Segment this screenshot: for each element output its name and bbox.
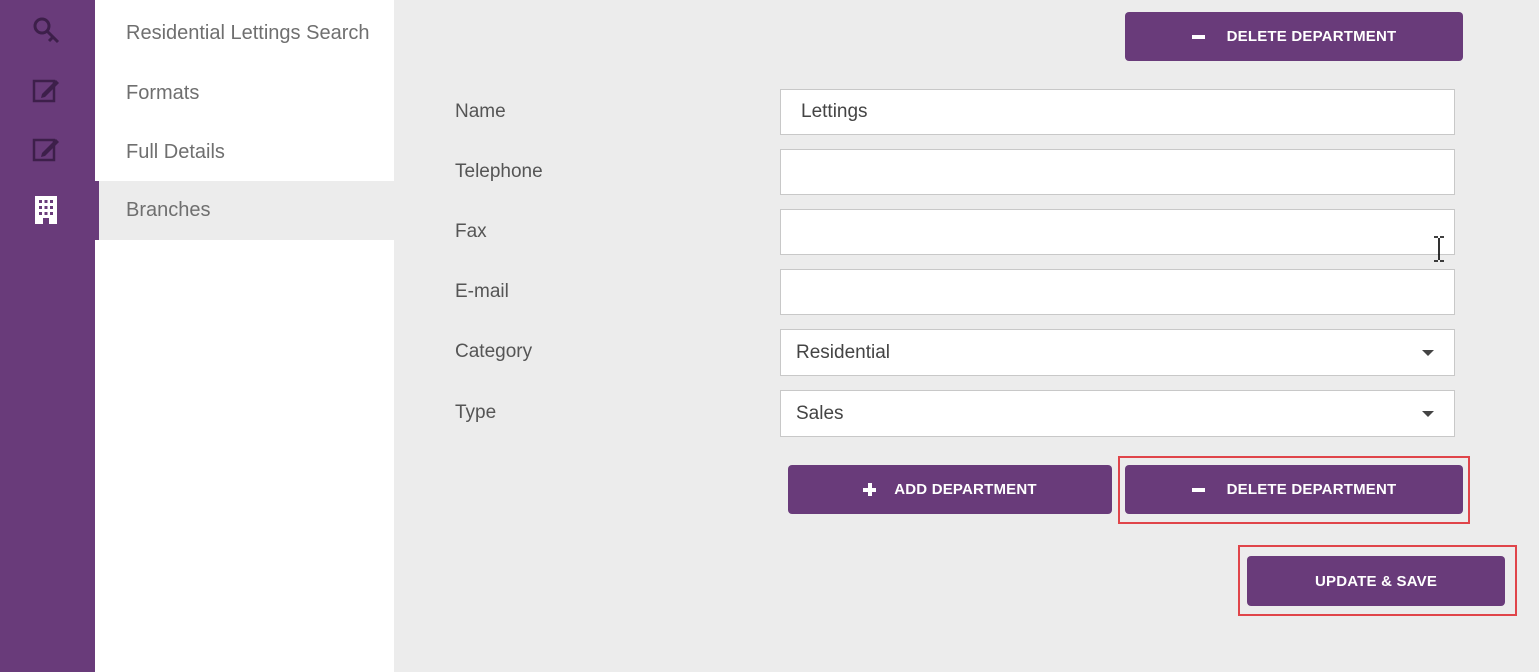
edit-icon[interactable] [30,133,62,165]
update-save-button[interactable]: UPDATE & SAVE [1247,556,1505,606]
delete-department-button-top[interactable]: DELETE DEPARTMENT [1125,12,1463,61]
key-icon[interactable] [30,14,62,46]
building-icon[interactable] [30,194,62,226]
text-cursor-icon [1434,236,1444,262]
category-label: Category [455,341,533,362]
delete-department-label: DELETE DEPARTMENT [1226,481,1397,498]
edit-icon[interactable] [30,74,62,106]
minus-icon [1191,487,1205,492]
fax-label: Fax [455,221,487,242]
submenu-item-full-details[interactable]: Full Details [95,123,394,182]
add-department-label: ADD DEPARTMENT [894,481,1037,498]
type-label: Type [455,402,497,423]
fax-field[interactable] [780,209,1455,255]
category-value: Residential [796,342,890,363]
name-field[interactable] [780,89,1455,135]
email-field[interactable] [780,269,1455,315]
chevron-down-icon [1422,411,1434,417]
telephone-field[interactable] [780,149,1455,195]
submenu-panel: Residential Lettings Search Formats Full… [95,0,394,672]
minus-icon [1191,34,1205,39]
submenu-item-formats[interactable]: Formats [95,64,394,123]
chevron-down-icon [1422,350,1434,356]
name-label: Name [455,101,506,122]
submenu-item-branches[interactable]: Branches [95,181,394,240]
telephone-label: Telephone [455,161,543,182]
category-select[interactable]: Residential [780,329,1455,376]
plus-icon [863,483,877,496]
update-save-label: UPDATE & SAVE [1314,572,1438,590]
delete-department-label: DELETE DEPARTMENT [1226,28,1397,45]
type-select[interactable]: Sales [780,390,1455,437]
icon-rail [0,0,95,672]
email-label: E-mail [455,281,509,302]
add-department-button[interactable]: ADD DEPARTMENT [788,465,1112,514]
delete-department-button[interactable]: DELETE DEPARTMENT [1125,465,1463,514]
submenu-item-residential-lettings-search[interactable]: Residential Lettings Search [95,4,394,63]
type-value: Sales [796,403,844,424]
